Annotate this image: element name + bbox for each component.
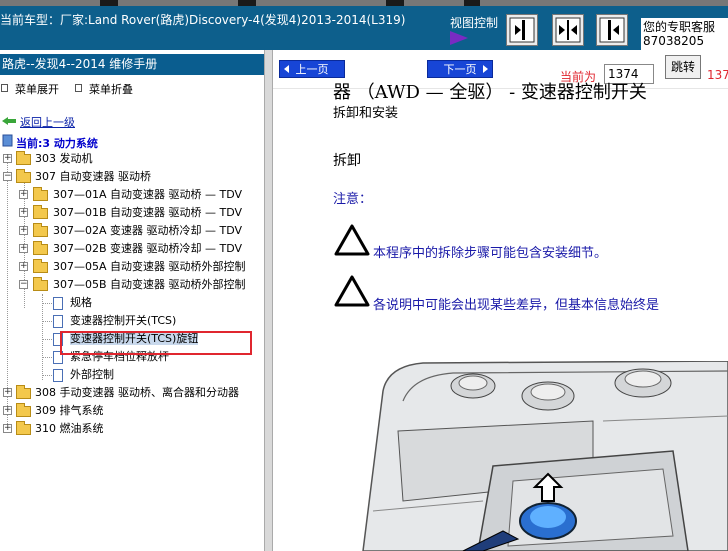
warning-triangle-icon bbox=[334, 275, 370, 307]
folder-open-icon bbox=[16, 169, 31, 183]
top-bar: 当前车型：厂家:Land Rover(路虎)Discovery-4(发现4)20… bbox=[0, 0, 728, 50]
back-arrow-icon[interactable] bbox=[2, 117, 16, 125]
tree-item-307-01a[interactable]: 307—01A 自动变速器 驱动桥 — TDV bbox=[53, 186, 242, 204]
prev-arrow-icon bbox=[284, 65, 289, 73]
removal-heading: 拆卸 bbox=[333, 153, 361, 169]
view-split-button[interactable] bbox=[552, 14, 584, 46]
warning-text-1: 本程序中的拆除步骤可能包含安装细节。 bbox=[373, 246, 608, 261]
tree-item-307-02a[interactable]: 307—02A 变速器 驱动桥冷却 — TDV bbox=[53, 222, 242, 240]
document-heading: 器 （AWD — 全驱） - 变速器控制开关 bbox=[333, 82, 647, 103]
note-label: 注意： bbox=[333, 192, 373, 207]
manual-title-bar: 路虎--发现4--2014 维修手册 bbox=[0, 54, 264, 75]
document-icon bbox=[53, 315, 63, 328]
tree-item-external-controls[interactable]: 外部控制 bbox=[70, 366, 114, 384]
folder-open-icon bbox=[33, 277, 48, 291]
tree-expander-307-05a[interactable]: + bbox=[19, 262, 28, 271]
next-page-button[interactable]: 下一页 bbox=[427, 60, 493, 78]
document-icon bbox=[53, 369, 63, 382]
collapse-menu-button[interactable]: 菜单折叠 bbox=[89, 81, 133, 97]
tree-item-307-05a[interactable]: 307—05A 自动变速器 驱动桥外部控制 bbox=[53, 258, 246, 276]
folder-icon bbox=[33, 259, 48, 273]
tcs-knob-diagram bbox=[343, 361, 728, 551]
tree-expander-310[interactable]: + bbox=[3, 424, 12, 433]
expand-menu-button[interactable]: 菜单展开 bbox=[15, 81, 59, 97]
prev-page-button[interactable]: 上一页 bbox=[279, 60, 345, 78]
tree-item-307[interactable]: 307 自动变速器 驱动桥 bbox=[35, 168, 151, 186]
tree-item-308[interactable]: 308 手动变速器 驱动桥、离合器和分动器 bbox=[35, 384, 239, 402]
manual-title: 路虎--发现4--2014 维修手册 bbox=[2, 57, 158, 71]
right-panel: 上一页 下一页 当前为 跳转 1374 器 （AWD — 全驱） - 变速器控制… bbox=[273, 50, 728, 551]
folder-icon bbox=[16, 385, 31, 399]
view-control-arrow-icon[interactable] bbox=[450, 31, 468, 45]
vehicle-title: 当前车型：厂家:Land Rover(路虎)Discovery-4(发现4)20… bbox=[0, 13, 406, 27]
jump-button[interactable]: 跳转 bbox=[665, 55, 701, 79]
current-section: 当前:3 动力系统 bbox=[16, 137, 98, 150]
warning-text-2: 各说明中可能会出现某些差异，但基本信息始终是 bbox=[373, 298, 660, 313]
tree-expander-307-01b[interactable]: + bbox=[19, 208, 28, 217]
tree-expander-308[interactable]: + bbox=[3, 388, 12, 397]
folder-icon bbox=[16, 403, 31, 417]
expand-menu-icon[interactable] bbox=[1, 84, 8, 92]
view-control-label: 视图控制 bbox=[450, 16, 499, 30]
tree-item-307-02b[interactable]: 307—02B 变速器 驱动桥冷却 — TDV bbox=[53, 240, 242, 258]
back-link[interactable]: 返回上一级 bbox=[20, 114, 75, 130]
folder-icon bbox=[33, 187, 48, 201]
folder-icon bbox=[16, 151, 31, 165]
top-strip bbox=[0, 0, 728, 6]
folder-icon bbox=[33, 205, 48, 219]
folder-icon bbox=[33, 241, 48, 255]
document-icon bbox=[53, 297, 63, 310]
next-arrow-icon bbox=[483, 65, 488, 73]
tree-item-307-01b[interactable]: 307—01B 自动变速器 驱动桥 — TDV bbox=[53, 204, 242, 222]
tree-item-307-05b[interactable]: 307—05B 自动变速器 驱动桥外部控制 bbox=[53, 276, 246, 294]
total-page-number: 1374 bbox=[707, 68, 728, 82]
tree-expander-307-02a[interactable]: + bbox=[19, 226, 28, 235]
left-pane-icon bbox=[599, 17, 625, 43]
tree-item-303[interactable]: 303 发动机 bbox=[35, 150, 93, 168]
tree-item-specifications[interactable]: 规格 bbox=[70, 294, 92, 312]
tree-expander-309[interactable]: + bbox=[3, 406, 12, 415]
highlight-box bbox=[60, 331, 252, 355]
tree-expander-307[interactable]: − bbox=[3, 172, 12, 181]
view-right-pane-button[interactable] bbox=[506, 14, 538, 46]
left-panel: 路虎--发现4--2014 维修手册 菜单展开 菜单折叠 返回上一级 当前:3 … bbox=[0, 50, 264, 551]
customer-service-label: 您的专职客服 bbox=[643, 20, 716, 34]
customer-service-box: 您的专职客服 87038205 bbox=[641, 18, 728, 50]
collapse-menu-icon[interactable] bbox=[75, 84, 82, 92]
tree-expander-307-02b[interactable]: + bbox=[19, 244, 28, 253]
tree-expander-303[interactable]: + bbox=[3, 154, 12, 163]
split-pane-icon bbox=[555, 17, 581, 43]
panel-splitter[interactable] bbox=[264, 50, 273, 551]
tree-item-309[interactable]: 309 排气系统 bbox=[35, 402, 104, 420]
customer-service-number: 87038205 bbox=[643, 34, 705, 48]
document-content: 器 （AWD — 全驱） - 变速器控制开关 拆卸和安装 拆卸 注意： 本程序中… bbox=[273, 82, 728, 551]
view-left-pane-button[interactable] bbox=[596, 14, 628, 46]
right-pane-icon bbox=[509, 17, 535, 43]
document-subheading: 拆卸和安装 bbox=[333, 106, 399, 121]
next-page-label: 下一页 bbox=[443, 63, 477, 76]
folder-icon bbox=[33, 223, 48, 237]
warning-triangle-icon bbox=[334, 224, 370, 256]
prev-page-label: 上一页 bbox=[295, 63, 329, 76]
folder-icon bbox=[16, 421, 31, 435]
current-section-icon bbox=[2, 134, 13, 147]
tree-expander-307-05b[interactable]: − bbox=[19, 280, 28, 289]
tree-item-310[interactable]: 310 燃油系统 bbox=[35, 420, 104, 438]
tree-item-tcs[interactable]: 变速器控制开关(TCS) bbox=[70, 312, 176, 330]
tree-expander-307-01a[interactable]: + bbox=[19, 190, 28, 199]
